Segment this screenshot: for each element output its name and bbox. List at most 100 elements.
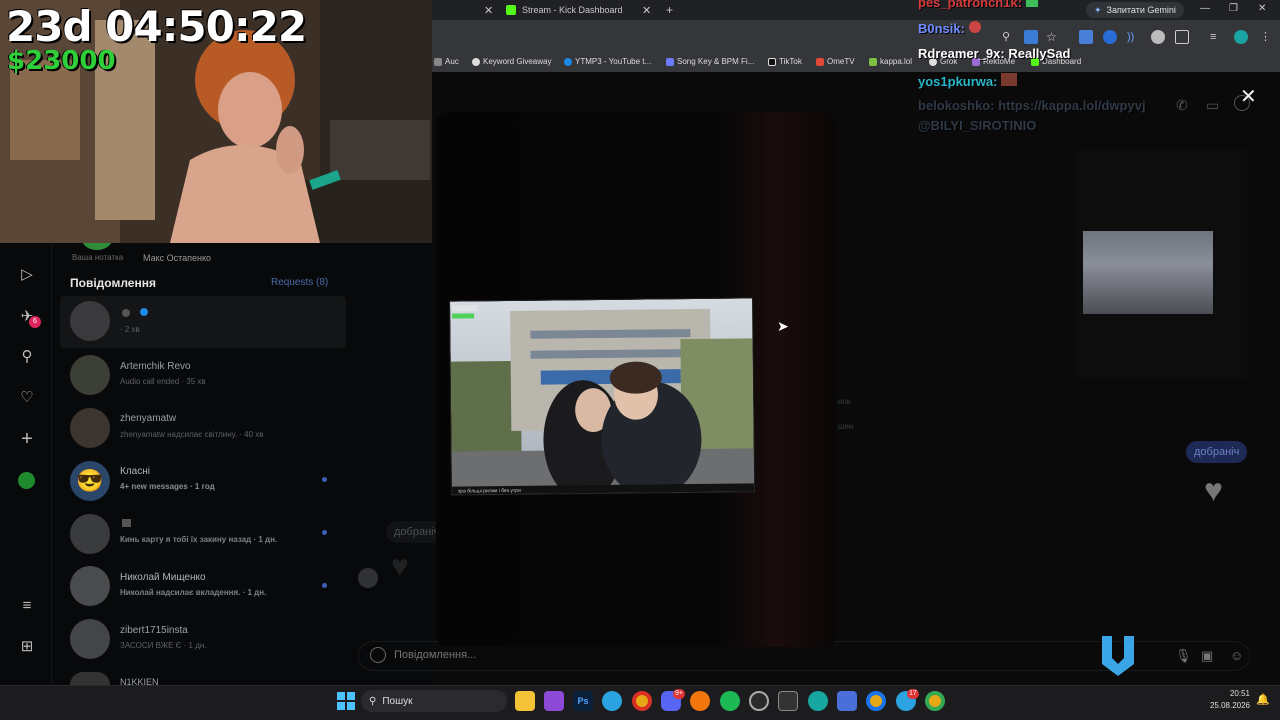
- requests-link[interactable]: Requests (8): [271, 277, 328, 288]
- zoom-icon[interactable]: ⚲: [1002, 30, 1016, 44]
- extension-icon[interactable]: [1103, 30, 1117, 44]
- chrome-icon[interactable]: [925, 691, 945, 711]
- conversation-preview: zhenyamatw надсилає світлину. · 40 хв: [120, 430, 264, 439]
- profile-avatar[interactable]: [18, 472, 35, 489]
- tab-kick-dashboard[interactable]: Stream - Kick Dashboard: [506, 0, 656, 20]
- app-icon[interactable]: [544, 691, 564, 711]
- gemini-button-label: Запитати Gemini: [1106, 5, 1176, 15]
- microphone-icon[interactable]: 🎙: [1175, 648, 1192, 664]
- restore-icon[interactable]: ❐: [1229, 3, 1238, 14]
- bookmark-item[interactable]: OmeTV: [816, 57, 855, 66]
- video-caption: зра більші ритми і без утри: [457, 487, 521, 495]
- chat-username: yos1pkurwa:: [918, 74, 998, 89]
- conversation-name: zhenyamatw: [120, 413, 177, 424]
- photoshop-icon[interactable]: Ps: [573, 691, 593, 711]
- tab-close-icon[interactable]: ✕: [484, 0, 493, 20]
- close-viewer-icon[interactable]: ✕: [1240, 87, 1257, 107]
- conversation-preview: 4+ new messages · 1 год: [120, 482, 215, 491]
- cast-icon[interactable]: [1024, 30, 1038, 44]
- avatar: [70, 672, 110, 685]
- tab-label: Stream - Kick Dashboard: [522, 5, 623, 15]
- chat-username: belokoshko:: [918, 98, 995, 113]
- bookmark-star-icon[interactable]: ☆: [1046, 30, 1060, 44]
- taskbar-clock[interactable]: 20:51: [1222, 689, 1250, 698]
- notification-bell-icon[interactable]: 🔔: [1256, 693, 1270, 706]
- apps-grid-icon[interactable]: ⊞: [18, 638, 36, 656]
- extension-icon[interactable]: [1151, 30, 1165, 44]
- bookmark-item[interactable]: Song Key & BPM Fi...: [666, 57, 754, 66]
- file-explorer-icon[interactable]: [515, 691, 535, 711]
- unread-dot: [322, 583, 327, 588]
- conversation-name: Николай Мищенко: [120, 572, 206, 583]
- emoji-icon: [122, 519, 131, 527]
- avatar: [70, 514, 110, 554]
- bookmarks-bar: [432, 54, 1280, 72]
- obs-icon[interactable]: [749, 691, 769, 711]
- message-bubble-outgoing: добраніч: [1186, 441, 1248, 463]
- new-tab-button[interactable]: +: [666, 0, 673, 20]
- bookmark-item[interactable]: YTMP3 - YouTube t...: [564, 57, 651, 66]
- menu-icon[interactable]: ≡: [18, 597, 36, 615]
- heart-icon[interactable]: ♡: [18, 389, 36, 407]
- user-icon: [122, 309, 130, 317]
- reading-list-icon[interactable]: ≡: [1210, 30, 1224, 44]
- browser-menu-icon[interactable]: ⋮: [1260, 30, 1274, 44]
- emote-icon: [1001, 73, 1018, 86]
- note-label: Макс Остапенко: [143, 253, 212, 263]
- conversation-preview: Audio call ended · 35 хв: [120, 377, 206, 386]
- heart-reaction-icon: ♥: [1204, 472, 1223, 508]
- app-icon[interactable]: [690, 691, 710, 711]
- spotify-icon[interactable]: [720, 691, 740, 711]
- bookmark-item[interactable]: Auc: [434, 57, 459, 66]
- create-plus-icon[interactable]: +: [18, 429, 36, 449]
- profile-avatar[interactable]: [1234, 30, 1248, 44]
- faint-message-text: шен: [838, 422, 854, 431]
- bookmark-item[interactable]: TikTok: [768, 57, 802, 66]
- chat-message: belokoshko: https://kappa.lol/dwpyvj: [918, 98, 1146, 113]
- bookmark-label: Song Key & BPM Fi...: [677, 57, 755, 66]
- sticker-icon[interactable]: ☺: [1230, 648, 1243, 663]
- chat-text: @BILYI_SIROTINIO: [918, 118, 1037, 133]
- ask-gemini-button[interactable]: ✦ Запитати Gemini: [1086, 2, 1184, 18]
- note-label: Ваша нотатка: [72, 253, 124, 262]
- edge-icon[interactable]: [808, 691, 828, 711]
- tab-close-icon[interactable]: ✕: [642, 0, 651, 20]
- telegram-icon[interactable]: [602, 691, 622, 711]
- shared-photo-thumbnail[interactable]: [1083, 231, 1213, 314]
- chat-message: B0nsik:: [918, 21, 981, 36]
- search-icon[interactable]: ⚲: [18, 348, 36, 366]
- emoji-icon[interactable]: [370, 647, 386, 663]
- video-frame-photo: зра більші ритми і без утри: [448, 297, 756, 496]
- translate-icon[interactable]: [1079, 30, 1093, 44]
- avatar: [70, 619, 110, 659]
- app-icon[interactable]: [778, 691, 798, 711]
- extensions-puzzle-icon[interactable]: [1175, 30, 1189, 44]
- avatar: [70, 566, 110, 606]
- chat-text: https://kappa.lol/dwpyvj: [998, 98, 1146, 113]
- bookmark-label: kappa.lol: [880, 57, 913, 66]
- chat-message: @BILYI_SIROTINIO: [918, 118, 1036, 133]
- bookmark-item[interactable]: Keyword Giveaway: [472, 57, 551, 66]
- taskbar-date[interactable]: 25.08.2026: [1196, 701, 1250, 710]
- chat-message: pes_patronch1k:: [918, 0, 1038, 10]
- taskbar-search[interactable]: ⚲ Пошук: [361, 690, 507, 712]
- app-icon[interactable]: [837, 691, 857, 711]
- streamer-logo: [1102, 636, 1134, 676]
- reels-icon[interactable]: ▷: [18, 266, 36, 284]
- image-icon[interactable]: ▣: [1201, 648, 1213, 664]
- phone-call-icon[interactable]: ✆: [1176, 97, 1188, 114]
- conversation-preview: Кинь карту я тобі їх закину назад · 1 дн…: [120, 535, 278, 544]
- chrome-icon[interactable]: [632, 691, 652, 711]
- bookmark-label: YTMP3 - YouTube t...: [575, 57, 652, 66]
- chrome-icon[interactable]: [866, 691, 886, 711]
- tiktok-icon: [768, 57, 776, 66]
- close-window-icon[interactable]: ✕: [1258, 3, 1266, 14]
- windows-start-icon[interactable]: [337, 692, 355, 710]
- audio-icon[interactable]: )): [1127, 30, 1141, 44]
- minimize-icon[interactable]: —: [1200, 3, 1210, 14]
- money-counter: $23000: [7, 46, 116, 76]
- bookmark-label: OmeTV: [827, 57, 855, 66]
- video-call-icon[interactable]: ▭: [1206, 97, 1219, 114]
- message-input[interactable]: [394, 649, 894, 661]
- bookmark-item[interactable]: kappa.lol: [869, 57, 912, 66]
